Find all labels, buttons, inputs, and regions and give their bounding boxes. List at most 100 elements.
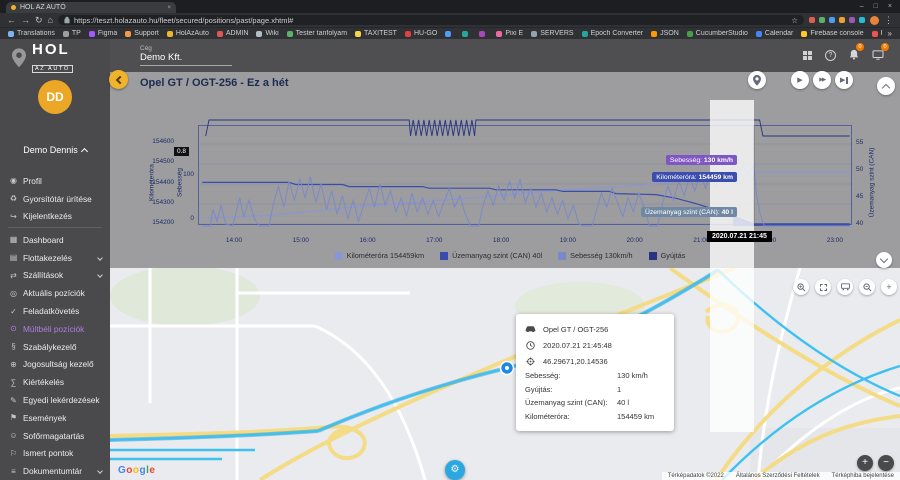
collapse-up-button[interactable] (877, 77, 895, 95)
terms-link[interactable]: Általános Szerződési Feltételek (736, 473, 820, 479)
reload-icon[interactable]: ↻ (35, 16, 43, 25)
bookmark-item[interactable]: Support (125, 30, 159, 37)
sidebar-menu-item[interactable]: ∑ Kiértékelés (0, 373, 110, 391)
bookmark-star-icon[interactable]: ☆ (791, 16, 798, 25)
bookmark-item[interactable]: Wiki (256, 30, 278, 37)
locate-button[interactable] (748, 71, 766, 89)
home-icon[interactable]: ⌂ (48, 16, 53, 25)
bookmark-item[interactable]: Fejlesztői keresek (872, 30, 882, 37)
browser-tab[interactable]: HOL AZ AUTÓ × (6, 2, 176, 13)
sidebar-account-item[interactable]: ♻ Gyorsítótár ürítése (0, 190, 110, 208)
menu-item-label: Ismert pontok (23, 448, 73, 458)
sidebar-menu-item[interactable]: ✓ Feladatkövetés (0, 302, 110, 320)
legend-item[interactable]: Gyújtás (649, 251, 686, 260)
sidebar-account-item[interactable]: ◉ Profil (0, 172, 110, 190)
collapse-chart-button[interactable] (876, 252, 892, 268)
bookmark-item[interactable]: Figma (89, 30, 117, 37)
zoom-window-button[interactable] (793, 279, 809, 295)
extension-icon[interactable] (809, 17, 815, 23)
bookmark-item[interactable]: Firebase console (801, 30, 863, 37)
profile-avatar[interactable] (870, 16, 879, 25)
play-button[interactable]: ▶ (791, 71, 809, 89)
company-value[interactable]: Demo Kft. (140, 52, 232, 66)
bookmark-item[interactable]: HolAzAuto (167, 30, 209, 37)
sidebar-menu-item[interactable]: ≡ Dokumentumtár (0, 462, 110, 480)
bookmark-item[interactable] (445, 31, 454, 37)
zoom-out-button[interactable]: − (878, 455, 894, 471)
back-button[interactable] (109, 70, 128, 89)
legend-item[interactable]: Sebesség 130km/h (558, 251, 632, 260)
bookmark-item[interactable]: HU-GO (405, 30, 437, 37)
window-close-icon[interactable]: × (888, 3, 892, 10)
sidebar-menu-item[interactable]: § Szabálykezelő (0, 338, 110, 356)
bookmarks-overflow-icon[interactable]: » (888, 29, 892, 38)
sidebar: HOL AZ AUTÓ DD Demo Dennis ◉ Profil ♻ Gy… (0, 39, 110, 480)
bookmark-item[interactable]: Translations (8, 30, 55, 37)
window-minimize-icon[interactable]: – (860, 3, 864, 10)
follow-vehicle-button[interactable] (837, 279, 853, 295)
bookmark-item[interactable] (479, 31, 488, 37)
sidebar-menu-item[interactable]: ⚑ Események (0, 409, 110, 427)
fuel-axis-title: Üzemanyag szint (CAN) (869, 133, 876, 233)
extension-icon[interactable] (829, 17, 835, 23)
area-select-button[interactable] (815, 279, 831, 295)
extension-icon[interactable] (839, 17, 845, 23)
selection-box-icon (820, 284, 827, 291)
app-logo[interactable]: HOL AZ AUTÓ (0, 39, 110, 72)
bookmark-item[interactable]: CucumberStudio (687, 30, 748, 37)
apps-grid-icon[interactable] (803, 51, 813, 61)
sidebar-menu-item[interactable]: ✎ Egyedi lekérdezések (0, 391, 110, 409)
fast-forward-icon: ▶▶ (819, 77, 824, 83)
report-error-link[interactable]: Térképhiba bejelentése (832, 473, 894, 479)
window-maximize-icon[interactable]: □ (874, 3, 878, 10)
sidebar-menu-item[interactable]: ⊙ Múltbéli pozíciók (0, 320, 110, 338)
extension-icon[interactable] (819, 17, 825, 23)
map-canvas[interactable] (110, 268, 900, 480)
menu-item-icon: ✓ (9, 307, 18, 316)
sidebar-menu-item[interactable]: ◎ Aktuális pozíciók (0, 284, 110, 302)
bookmark-item[interactable]: SERVERS (531, 30, 573, 37)
user-name[interactable]: Demo Dennis (0, 145, 110, 155)
extension-icon[interactable] (849, 17, 855, 23)
sidebar-menu-item[interactable]: ⊕ Jogosultság kezelő (0, 356, 110, 374)
popup-field-row: Gyújtás: 1 (525, 383, 665, 397)
sidebar-menu-item[interactable]: ⇄ Szállítások (0, 267, 110, 285)
bookmark-item[interactable]: TAXITEST (355, 30, 397, 37)
menu-item-label: Profil (23, 176, 42, 186)
bookmark-item[interactable]: ADMIN (217, 30, 249, 37)
back-icon[interactable]: ← (7, 16, 16, 25)
bookmark-item[interactable]: JSON (651, 30, 679, 37)
devices-button[interactable]: 0 (872, 47, 884, 65)
legend-swatch (335, 252, 343, 260)
legend-item[interactable]: Üzemanyag szint (CAN) 40l (440, 251, 542, 260)
zoom-in-button[interactable]: + (857, 455, 873, 471)
bookmark-item[interactable] (462, 31, 471, 37)
popup-coordinates[interactable]: 46.29671,20.14536 (543, 357, 608, 366)
bookmark-item[interactable]: Pixi E (496, 30, 523, 37)
bookmark-item[interactable]: Epoch Converter (582, 30, 644, 37)
add-button[interactable]: + (881, 279, 897, 295)
notifications-button[interactable]: 0 (849, 47, 859, 65)
help-icon[interactable]: ? (825, 50, 836, 61)
axis-tick: 20:00 (610, 237, 660, 244)
zoom-out-window-button[interactable] (859, 279, 875, 295)
sidebar-menu-item[interactable]: ▤ Flottakezelés (0, 249, 110, 267)
fast-forward-button[interactable]: ▶▶ (813, 71, 831, 89)
sidebar-menu-item[interactable]: ☺ Sofőrmagatartás (0, 427, 110, 445)
sidebar-account-item[interactable]: ↪ Kijelentkezés (0, 208, 110, 226)
legend-item[interactable]: Kilométeróra 154459km (335, 251, 424, 260)
user-avatar[interactable]: DD (38, 80, 72, 114)
bookmark-item[interactable]: TP (63, 30, 81, 37)
bookmark-item[interactable]: Calendar (756, 30, 793, 37)
forward-icon[interactable]: → (21, 16, 30, 25)
bookmark-item[interactable]: Tester tanfolyam (287, 30, 347, 37)
browser-menu-icon[interactable]: ⋮ (884, 16, 893, 25)
extension-icon[interactable] (859, 17, 865, 23)
address-bar[interactable]: https://teszt.holazauto.hu/fleet/secured… (58, 15, 804, 25)
sidebar-menu-item[interactable]: ⚐ Ismert pontok (0, 445, 110, 463)
tab-close-icon[interactable]: × (167, 5, 171, 11)
skip-to-end-button[interactable]: ▶ (835, 71, 853, 89)
company-select[interactable]: Cég Demo Kft. (140, 45, 232, 66)
map-settings-button[interactable]: ⚙ (445, 460, 465, 480)
sidebar-menu-item[interactable]: ▦ Dashboard (0, 231, 110, 249)
